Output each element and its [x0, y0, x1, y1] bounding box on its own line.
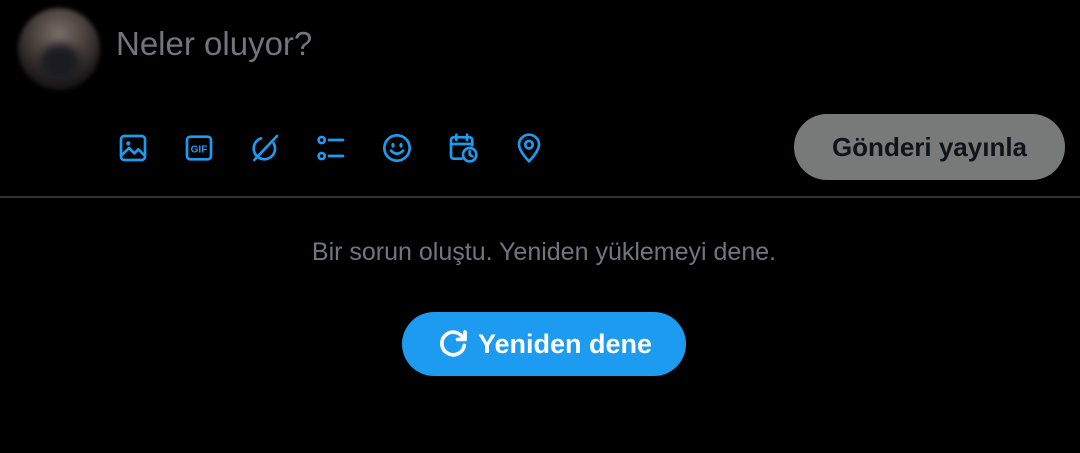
grok-icon [252, 134, 279, 162]
emoji-icon [383, 134, 411, 162]
error-state: Bir sorun oluştu. Yeniden yüklemeyi dene… [0, 198, 1080, 453]
compose-input[interactable] [116, 18, 1016, 70]
post-button[interactable]: Gönderi yayınla [794, 114, 1065, 180]
location-button[interactable] [496, 115, 562, 181]
gif-icon-label: GIF [191, 144, 208, 155]
schedule-button[interactable] [430, 115, 496, 181]
grok-button[interactable] [232, 115, 298, 181]
post-composer: GIF [0, 0, 1080, 198]
retry-label: Yeniden dene [477, 328, 653, 359]
location-icon [517, 133, 541, 163]
composer-toolbar: GIF [100, 114, 562, 182]
media-button[interactable] [100, 115, 166, 181]
schedule-icon [449, 133, 478, 163]
avatar-face [40, 44, 80, 78]
error-message: Bir sorun oluştu. Yeniden yüklemeyi dene… [311, 238, 777, 266]
retry-button[interactable]: Yeniden dene [402, 312, 686, 376]
emoji-button[interactable] [364, 115, 430, 181]
refresh-icon [436, 327, 470, 361]
gif-button[interactable]: GIF [166, 115, 232, 181]
poll-button[interactable] [298, 115, 364, 181]
gif-icon: GIF [185, 135, 213, 161]
poll-icon [317, 135, 345, 161]
avatar[interactable] [18, 8, 100, 90]
image-icon [119, 134, 147, 162]
